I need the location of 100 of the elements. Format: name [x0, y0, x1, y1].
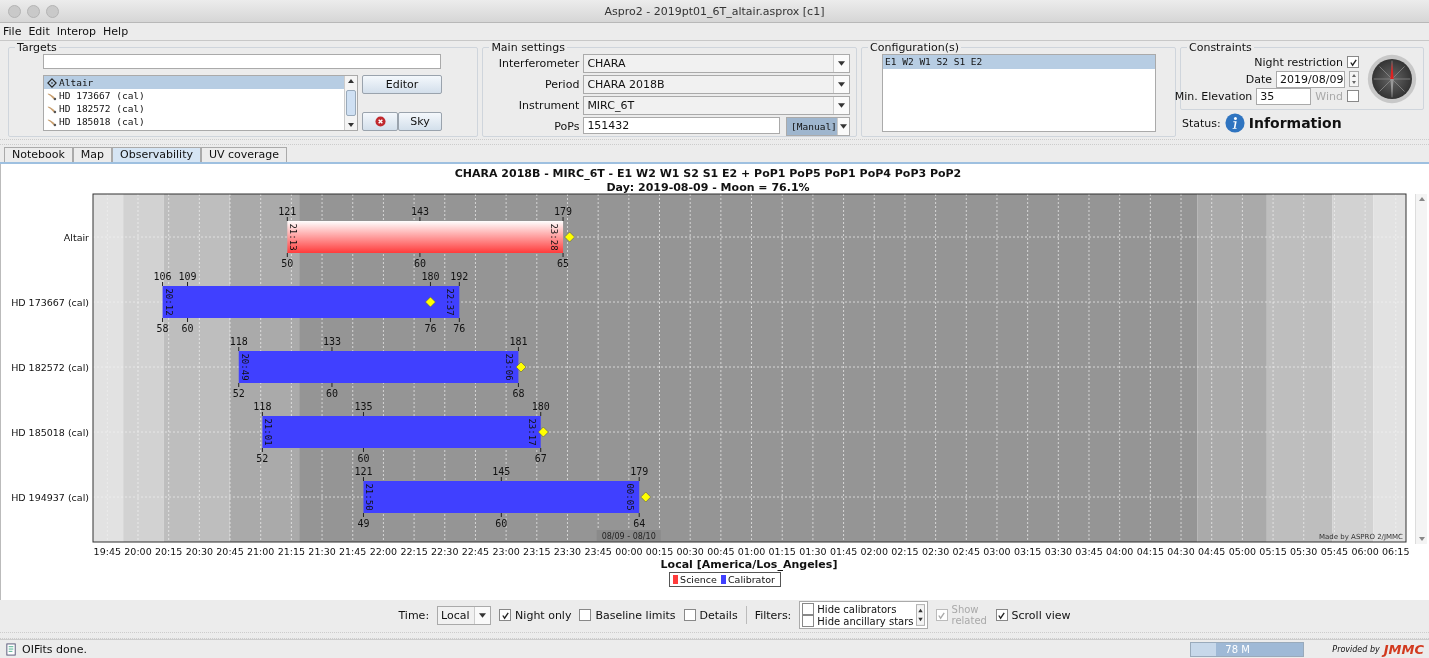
checkbox[interactable]	[1347, 56, 1359, 68]
status-label: Status:	[1182, 116, 1221, 130]
pops-field[interactable]: 151432	[583, 117, 781, 134]
caret-icon	[479, 612, 487, 618]
start-time: 21:50	[364, 483, 375, 511]
legend-label: Science	[680, 574, 717, 585]
elevation-label: 67	[534, 453, 547, 464]
row-label: HD 182572 (cal)	[11, 362, 89, 373]
angle-label: 133	[322, 336, 341, 347]
row-label: HD 185018 (cal)	[11, 427, 89, 438]
checkbox[interactable]	[802, 615, 815, 627]
date-field[interactable]: 2019/08/09	[1276, 70, 1345, 88]
search-field[interactable]	[43, 54, 441, 69]
menu-item[interactable]: Edit	[28, 25, 50, 38]
remove-icon	[374, 116, 386, 127]
editor-button[interactable]: Editor	[362, 75, 442, 94]
status-message: OIFits done.	[22, 642, 87, 656]
panel-title: Constraints	[1188, 41, 1253, 54]
compass-icon	[1367, 54, 1417, 104]
dropdown[interactable]: MIRC_6T	[583, 96, 851, 115]
axis-tick-label: 21:45	[339, 546, 367, 557]
angle-label: 145	[492, 466, 511, 477]
axis-tick-label: 04:30	[1167, 546, 1195, 557]
angle-label: 121	[278, 206, 297, 217]
target-item[interactable]: HD 185018 (cal)	[44, 115, 344, 128]
checkbox[interactable]	[499, 609, 512, 621]
time-dropdown[interactable]: Local	[437, 605, 492, 625]
angle-label: 118	[229, 336, 248, 347]
sky-button[interactable]: Sky	[398, 112, 442, 131]
scroll-up-icon[interactable]	[347, 78, 355, 84]
chart-title: CHARA 2018B - MIRC_6T - E1 W2 W1 S2 S1 E2 + PoP1 PoP5 PoP1 PoP4 PoP3 PoP2	[454, 167, 962, 180]
caret-icon	[838, 82, 846, 87]
scrollbar[interactable]	[344, 76, 357, 130]
provider-logo[interactable]: JMMC	[1383, 641, 1424, 657]
elevation-label: 76	[453, 323, 466, 334]
panel-title: Main settings	[490, 41, 566, 54]
axis-tick-label: 23:45	[584, 546, 612, 557]
axis-tick-label: 06:15	[1382, 546, 1410, 557]
configuration-item[interactable]: E1 W2 W1 S2 S1 E2	[883, 55, 1156, 69]
axis-tick-label: 21:30	[308, 546, 336, 557]
axis-tick-label: 05:45	[1320, 546, 1349, 557]
menu-item[interactable]: Help	[103, 25, 129, 38]
tab[interactable]: Notebook	[4, 147, 73, 162]
status-text: Information	[1248, 115, 1342, 131]
axis-tick-label: 02:45	[952, 546, 980, 557]
elevation-label: 60	[325, 388, 338, 399]
checkbox[interactable]	[683, 609, 696, 621]
checkbox-label: Baseline limits	[595, 608, 676, 622]
field-label: Wind	[1315, 89, 1343, 103]
axis-tick-label: 20:30	[185, 546, 214, 557]
target-item[interactable]: HD 182572 (cal)	[44, 102, 344, 115]
target-item[interactable]: HD 173667 (cal)	[44, 89, 344, 102]
field-label: Night restriction	[1254, 55, 1343, 69]
date-label: 08/09 - 08/10	[596, 530, 661, 541]
field-label: Period	[544, 78, 580, 91]
field-label: Min. Elevation	[1174, 89, 1253, 103]
elevation-label: 60	[181, 323, 194, 334]
target-item[interactable]: Altair	[44, 76, 344, 89]
tab[interactable]: Observability	[112, 147, 201, 162]
elevation-field[interactable]: 35	[1256, 87, 1312, 105]
axis-tick-label: 02:00	[860, 546, 888, 557]
dropdown[interactable]: CHARA	[583, 54, 851, 73]
tab[interactable]: UV coverage	[200, 147, 288, 162]
angle-label: 180	[531, 401, 550, 412]
elevation-label: 52	[232, 388, 245, 399]
start-time: 20:12	[163, 288, 174, 316]
axis-tick-label: 21:00	[247, 546, 275, 557]
dropdown[interactable]: CHARA 2018B	[583, 75, 851, 94]
axis-tick-label: 03:15	[1013, 546, 1042, 557]
elevation-label: 65	[557, 258, 570, 269]
axis-tick-label: 20:00	[124, 546, 152, 557]
spinner-icon[interactable]	[915, 604, 925, 626]
axis-tick-label: 03:30	[1044, 546, 1072, 557]
tab[interactable]: Map	[72, 147, 113, 162]
caret-icon	[838, 61, 846, 66]
remove-button[interactable]	[362, 112, 398, 131]
document-icon	[5, 642, 18, 656]
angle-label: 179	[554, 206, 573, 217]
menu-item[interactable]: Interop	[56, 25, 97, 38]
row-label: Altair	[63, 232, 89, 243]
caret-icon	[839, 124, 847, 129]
axis-tick-label: 00:00	[615, 546, 643, 557]
scroll-down-icon[interactable]	[347, 122, 355, 128]
mode-dropdown[interactable]: [Manual]	[786, 117, 851, 136]
checkbox[interactable]	[579, 609, 592, 621]
axis-tick-label: 00:15	[645, 546, 674, 557]
start-time: 21:13	[288, 223, 299, 251]
chart-subtitle: Day: 2019-08-09 - Moon = 76.1%	[606, 181, 810, 194]
axis-tick-label: 03:00	[983, 546, 1011, 557]
menu-item[interactable]: File	[3, 25, 22, 38]
checkbox[interactable]	[802, 603, 815, 615]
caret-icon	[838, 103, 846, 108]
end-time: 23:28	[549, 223, 560, 251]
angle-label: 106	[153, 271, 172, 282]
checkbox[interactable]	[995, 609, 1008, 621]
axis-tick-label: 04:00	[1106, 546, 1134, 557]
field-label: Date	[1245, 72, 1272, 86]
star-icon	[47, 77, 57, 88]
checkbox-label: Details	[699, 608, 738, 622]
field-label: Instrument	[517, 99, 580, 112]
